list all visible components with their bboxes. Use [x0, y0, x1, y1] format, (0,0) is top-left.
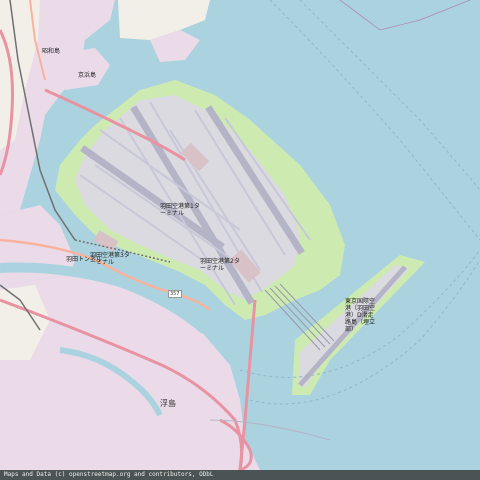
keihinjima-label: 京浜島: [78, 72, 97, 79]
d-runway-island-label: 東京国際空港（羽田空港）D滑走路島（埋立部）: [345, 298, 376, 333]
map-canvas[interactable]: 羽田空港第1ターミナル 羽田空港第2ターミナル 羽田空港第3ターミナル 東京国際…: [0, 0, 480, 480]
haneda-tunnel-label: 羽田トンネル: [66, 256, 102, 263]
map-svg: [0, 0, 480, 480]
route-357-shield: 357: [168, 290, 182, 298]
terminal-1-label[interactable]: 羽田空港第1ターミナル: [160, 203, 200, 217]
terminal-2-label[interactable]: 羽田空港第2ターミナル: [200, 258, 240, 272]
ukishima-label: 浮島: [160, 399, 176, 408]
map-attribution: Maps and Data (c) openstreetmap.org and …: [0, 470, 480, 480]
showajima-label: 昭和島: [42, 48, 61, 55]
